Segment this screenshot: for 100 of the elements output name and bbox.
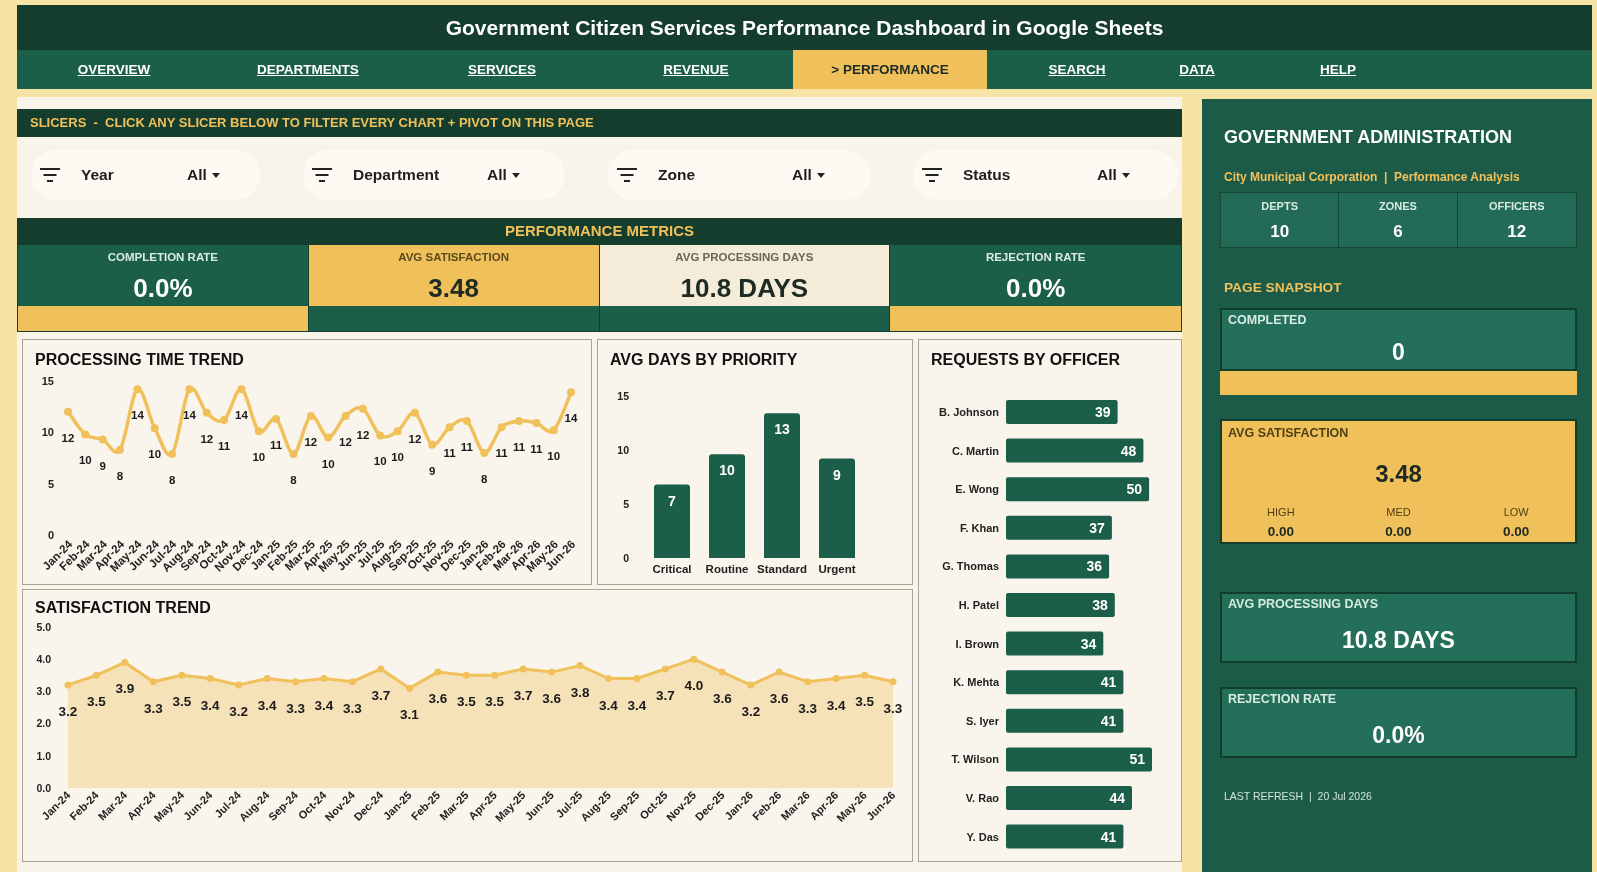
kpi-value: 10.8 DAYS [680,272,809,304]
data-label: 3.3 [343,700,362,716]
kpi-label: AVG SATISFACTION [398,250,509,264]
point-marker-icon [178,671,186,679]
slicer-banner: SLICERS - CLICK ANY SLICER BELOW TO FILTER EVERY CHART + PIVOT ON THIS PAGE [17,109,1182,137]
nav-link[interactable]: HELP [1320,61,1356,78]
kpi-label: AVG PROCESSING DAYS [675,250,814,264]
section-header: PERFORMANCE METRICS [17,218,1182,245]
point-marker-icon [519,665,527,673]
card-label: REJECTION RATE [1227,691,1338,707]
axis-label: Y. Das [966,830,999,843]
point-marker-icon [832,675,840,682]
point-marker-icon [377,665,385,673]
card-value: 3.48 [1374,460,1423,488]
data-label: 8 [481,472,488,485]
point-marker-icon [405,684,413,692]
kpi-value: 0.0% [1006,272,1066,304]
caret-icon [511,172,520,178]
breakdown-value: 0.00 [1502,524,1531,540]
data-label: 3.6 [769,691,789,707]
data-label: 11 [530,443,543,456]
axis-label: Standard [757,563,807,575]
dashboard-title: Government Citizen Services Performance Dashboard in Google Sheets [445,14,1164,41]
data-label: 3.9 [115,681,135,697]
point-marker-icon [349,678,356,686]
data-label: 10 [719,462,735,479]
axis-tick-label: 15 [41,375,54,387]
slicer-button[interactable]: Department All [303,150,565,200]
card-value: 10.8 DAYS [1341,626,1456,654]
axis-label: S. Iyer [965,714,999,727]
data-label: 12 [61,431,75,444]
axis-label: E. Wong [955,483,999,496]
data-label: 38 [1092,597,1108,613]
data-label: 3.1 [400,707,419,723]
slicer-button[interactable]: Status All [913,150,1178,200]
slicer-button[interactable]: Zone All [608,150,870,200]
axis-tick-label: 5.0 [36,620,51,633]
nav-link[interactable]: > PERFORMANCE [793,50,987,89]
point-marker-icon [549,426,558,435]
data-label: 50 [1126,481,1143,498]
point-marker-icon [263,675,271,682]
data-label: 14 [183,409,196,422]
point-marker-icon [861,671,869,679]
card-value: 0 [1391,338,1406,366]
point-marker-icon [98,435,107,444]
point-marker-icon [576,662,584,670]
data-label: 10 [391,451,404,464]
data-label: 3.3 [143,700,163,716]
data-label: 3.6 [542,691,561,707]
nav-link[interactable]: SERVICES [468,61,536,78]
axis-tick-label: 2.0 [36,717,51,730]
breakdown-label: MED [1385,505,1412,519]
slicer-button[interactable]: Year All [31,150,260,200]
data-label: 51 [1129,751,1145,768]
data-label: 3.6 [428,691,448,707]
breakdown-value: 0.00 [1384,524,1413,540]
point-marker-icon [497,423,506,432]
data-label: 3.7 [656,687,675,703]
kpi-label: COMPLETION RATE [107,250,219,264]
point-marker-icon [358,404,367,413]
point-marker-icon [718,668,726,676]
data-label: 13 [774,421,790,438]
point-marker-icon [567,388,575,397]
point-marker-icon [393,427,402,436]
point-marker-icon [376,431,385,440]
data-label: 8 [168,473,176,486]
data-label: 12 [304,435,318,448]
data-label: 39 [1095,404,1111,420]
point-marker-icon [532,419,541,428]
data-label: 10 [78,454,92,467]
data-label: 41 [1100,712,1117,729]
point-marker-icon [804,678,812,686]
nav-link[interactable]: SEARCH [1048,61,1106,78]
point-marker-icon [775,668,783,676]
data-label: 8 [116,469,124,482]
point-marker-icon [272,415,281,423]
point-marker-icon [133,385,142,394]
data-label: 9 [99,459,106,472]
data-label: 11 [270,439,283,451]
axis-tick-label: 0 [623,551,629,564]
data-label: 10 [373,455,387,468]
filter-icon [312,168,332,182]
data-label: 11 [443,447,456,460]
axis-label: B. Johnson [939,406,999,418]
data-label: 3.2 [58,704,78,719]
axis-tick-label: 10 [41,426,54,439]
point-marker-icon [341,411,350,420]
data-label: 41 [1100,828,1117,845]
point-marker-icon [206,675,214,682]
data-label: 3.7 [371,687,391,703]
point-marker-icon [121,658,129,666]
nav-link[interactable]: DEPARTMENTS [257,61,359,78]
point-marker-icon [480,448,489,457]
panel-subtitle: City Municipal Corporation | Performance Analysis [1224,170,1521,185]
card-value: 0.0% [1371,721,1426,749]
nav-link[interactable]: DATA [1179,61,1215,78]
axis-tick-label: 1.0 [36,749,51,762]
axis-label: G. Thomas [942,560,999,573]
nav-link[interactable]: REVENUE [663,61,729,78]
nav-link[interactable]: OVERVIEW [77,61,151,78]
